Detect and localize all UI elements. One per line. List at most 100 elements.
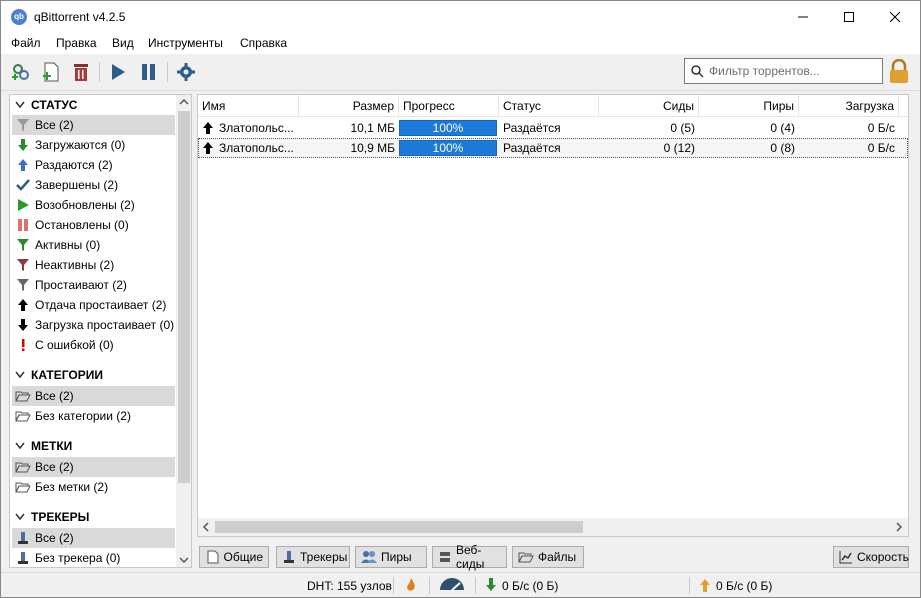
status-inactive[interactable]: Неактивны (2) (12, 255, 175, 275)
table-row[interactable]: Златопольс... 10,9 МБ 100% Раздаётся 0 (… (198, 138, 908, 158)
tab-general[interactable]: Общие (199, 546, 269, 568)
tag-none[interactable]: Без метки (2) (12, 477, 175, 497)
scroll-up-icon (179, 98, 189, 105)
status-paused[interactable]: Остановлены (0) (12, 215, 175, 235)
tracker-all[interactable]: Все (2) (12, 528, 175, 548)
status-all[interactable]: Все (2) (12, 115, 175, 135)
trackers-section-header[interactable]: ТРЕКЕРЫ (13, 508, 89, 526)
chart-icon (839, 549, 853, 565)
table-horizontal-scrollbar[interactable] (198, 518, 908, 536)
seeding-arrow-icon (203, 122, 213, 134)
tab-trackers[interactable]: Трекеры (276, 546, 350, 568)
add-torrent-file-button[interactable] (39, 60, 63, 84)
row-peers: 0 (4) (770, 121, 795, 135)
filter-green-icon (14, 236, 32, 254)
status-stalled[interactable]: Простаивают (2) (12, 275, 175, 295)
folder-open-icon (14, 387, 32, 405)
upload-speed[interactable]: 0 Б/с (0 Б) (716, 579, 772, 593)
category-none[interactable]: Без категории (2) (12, 406, 175, 426)
close-icon (890, 11, 900, 22)
close-button[interactable] (872, 1, 918, 32)
window-title: qBittorrent v4.2.5 (34, 10, 126, 24)
status-resumed[interactable]: Возобновлены (2) (12, 195, 175, 215)
status-errored[interactable]: С ошибкой (0) (12, 335, 175, 355)
add-torrent-link-button[interactable] (9, 60, 33, 84)
sidebar-scroll-thumb[interactable] (178, 111, 190, 483)
resume-button[interactable] (106, 60, 130, 84)
toolbar-separator (99, 62, 100, 82)
sidebar-scrollbar[interactable] (176, 95, 191, 567)
table-header: Имя Размер Прогресс Статус Сиды Пиры Заг… (198, 95, 908, 117)
checkmark-icon (14, 176, 32, 194)
tracker-none[interactable]: Без трекера (0) (12, 548, 175, 567)
column-peers[interactable]: Пиры (699, 95, 799, 117)
pause-button[interactable] (137, 60, 161, 84)
column-progress[interactable]: Прогресс (399, 95, 499, 117)
status-downloading[interactable]: Загружаются (0) (12, 135, 175, 155)
status-bar: DHT: 155 узлов 0 Б/с (0 Б) 0 Б/с (0 Б) (1, 572, 920, 597)
filter-input[interactable] (709, 62, 877, 80)
tags-section-header[interactable]: МЕТКИ (13, 437, 72, 455)
tracker-icon (14, 529, 32, 547)
column-status[interactable]: Статус (499, 95, 599, 117)
table-scroll-thumb[interactable] (215, 521, 583, 533)
chevron-down-icon (13, 98, 27, 112)
sidebar: СТАТУС Все (2) Загружаются (0) Раздаются… (9, 94, 192, 568)
menu-bar: Файл Правка Вид Инструменты Справка (1, 32, 920, 54)
pause-red-icon (14, 216, 32, 234)
menu-edit[interactable]: Правка (56, 36, 97, 50)
row-size: 10,1 МБ (350, 121, 395, 135)
download-arrow-icon (486, 578, 496, 591)
category-all[interactable]: Все (2) (12, 386, 175, 406)
dht-nodes: DHT: 155 узлов (307, 579, 392, 593)
filter-dark-icon (14, 276, 32, 294)
menu-tools[interactable]: Инструменты (148, 36, 223, 50)
folder-open-icon (518, 549, 534, 565)
column-seeds[interactable]: Сиды (599, 95, 699, 117)
pause-icon (142, 64, 155, 80)
table-row[interactable]: Златопольс... 10,1 МБ 100% Раздаётся 0 (… (198, 118, 908, 138)
column-download[interactable]: Загрузка (799, 95, 899, 117)
menu-view[interactable]: Вид (112, 36, 134, 50)
filter-red-icon (14, 256, 32, 274)
download-speed[interactable]: 0 Б/с (0 Б) (502, 579, 558, 593)
speed-button[interactable]: Скорость (833, 546, 909, 568)
tracker-icon (282, 549, 296, 565)
menu-file[interactable]: Файл (11, 36, 41, 50)
upload-arrow-icon (700, 579, 710, 592)
column-size[interactable]: Размер (299, 95, 399, 117)
tag-all[interactable]: Все (2) (12, 457, 175, 477)
tab-files[interactable]: Файлы (512, 546, 584, 568)
status-seeding[interactable]: Раздаются (2) (12, 155, 175, 175)
toolbar-separator (167, 62, 168, 82)
row-peers: 0 (8) (770, 141, 795, 155)
status-active[interactable]: Активны (0) (12, 235, 175, 255)
row-size: 10,9 МБ (350, 141, 395, 155)
flame-icon (407, 578, 415, 591)
speed-limit-icon[interactable] (438, 578, 466, 592)
scroll-down-icon (179, 557, 189, 564)
status-stalled-uploading[interactable]: Отдача простаивает (2) (12, 295, 175, 315)
app-window: qb qBittorrent v4.2.5 Файл Правка Вид Ин… (0, 0, 921, 598)
tab-peers[interactable]: Пиры (355, 546, 427, 568)
settings-button[interactable] (174, 60, 198, 84)
minimize-icon (798, 16, 808, 17)
column-name[interactable]: Имя (198, 95, 299, 117)
maximize-button[interactable] (826, 1, 872, 32)
trash-icon (74, 64, 88, 81)
filter-gray-icon (14, 116, 32, 134)
status-section-header[interactable]: СТАТУС (13, 96, 77, 114)
folder-open-icon (14, 478, 32, 496)
row-progress-bar: 100% (399, 120, 497, 136)
torrent-filter (684, 58, 883, 84)
lock-icon[interactable] (888, 59, 910, 85)
status-stalled-downloading[interactable]: Загрузка простаивает (0) (12, 315, 175, 335)
tab-web-seeds[interactable]: Веб-сиды (432, 543, 507, 571)
tracker-icon (14, 549, 32, 567)
delete-button[interactable] (69, 60, 93, 84)
status-completed[interactable]: Завершены (2) (12, 175, 175, 195)
peers-icon (361, 549, 377, 565)
categories-section-header[interactable]: КАТЕГОРИИ (13, 366, 103, 384)
minimize-button[interactable] (780, 1, 826, 32)
menu-help[interactable]: Справка (240, 36, 287, 50)
